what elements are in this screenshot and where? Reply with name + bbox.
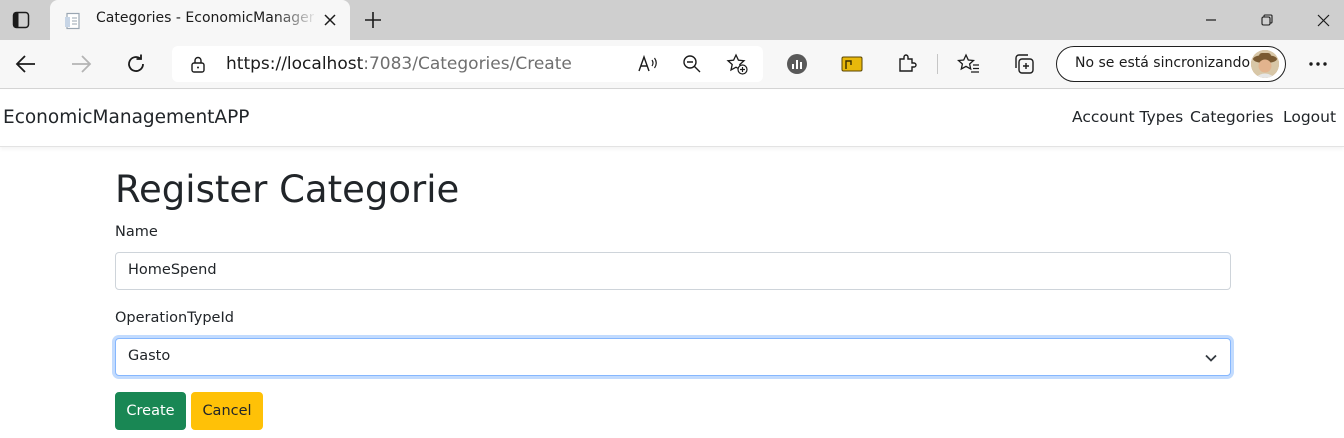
forward-icon[interactable] [68,51,94,77]
more-options-icon[interactable] [1305,51,1331,77]
close-tab-icon[interactable] [320,10,340,30]
nav-link-logout[interactable]: Logout [1283,108,1336,126]
collections-icon[interactable] [1011,51,1037,77]
create-button[interactable]: Create [115,392,186,430]
app-navbar: EconomicManagementAPP Account Types Cate… [0,90,1344,147]
operation-type-label: OperationTypeId [115,310,234,326]
name-label: Name [115,224,158,240]
refresh-icon[interactable] [123,51,149,77]
page-icon [64,12,82,30]
restore-icon[interactable] [1254,8,1280,32]
add-favorite-icon[interactable] [725,52,749,76]
chevron-down-icon [1205,354,1217,362]
operation-type-selected-value: Gasto [128,348,171,364]
new-tab-icon[interactable] [361,8,385,32]
address-bar[interactable]: https://localhost:7083/Categories/Create [172,46,763,82]
nav-link-categories[interactable]: Categories [1190,108,1274,126]
tab-actions-icon[interactable] [10,9,32,31]
name-input[interactable]: HomeSpend [115,252,1231,290]
nav-link-account-types[interactable]: Account Types [1072,108,1183,126]
zoom-out-icon[interactable] [680,52,704,76]
minimize-icon[interactable] [1198,8,1224,32]
name-input-value: HomeSpend [128,262,217,278]
performance-icon[interactable] [784,51,810,77]
back-icon[interactable] [13,51,39,77]
profile-sync-label: No se está sincronizando [1075,55,1251,71]
url-text[interactable]: https://localhost:7083/Categories/Create [226,54,572,74]
cancel-button[interactable]: Cancel [191,392,263,430]
profile-button[interactable]: No se está sincronizando [1056,46,1286,82]
app-brand-link[interactable]: EconomicManagementAPP [3,107,249,128]
browser-tab-active[interactable]: Categories - EconomicManagementAPP [50,0,350,40]
close-window-icon[interactable] [1310,8,1336,32]
read-aloud-icon[interactable] [636,52,660,76]
operation-type-select[interactable]: Gasto [115,338,1231,376]
browser-toolbar: https://localhost:7083/Categories/Create… [0,40,1344,89]
extension-icon[interactable] [839,51,865,77]
extensions-puzzle-icon[interactable] [894,51,920,77]
avatar [1251,50,1279,78]
lock-icon[interactable] [188,54,208,74]
browser-tab-strip: Categories - EconomicManagementAPP [0,0,1344,40]
favorites-icon[interactable] [956,51,982,77]
page-title: Register Categorie [115,168,460,211]
